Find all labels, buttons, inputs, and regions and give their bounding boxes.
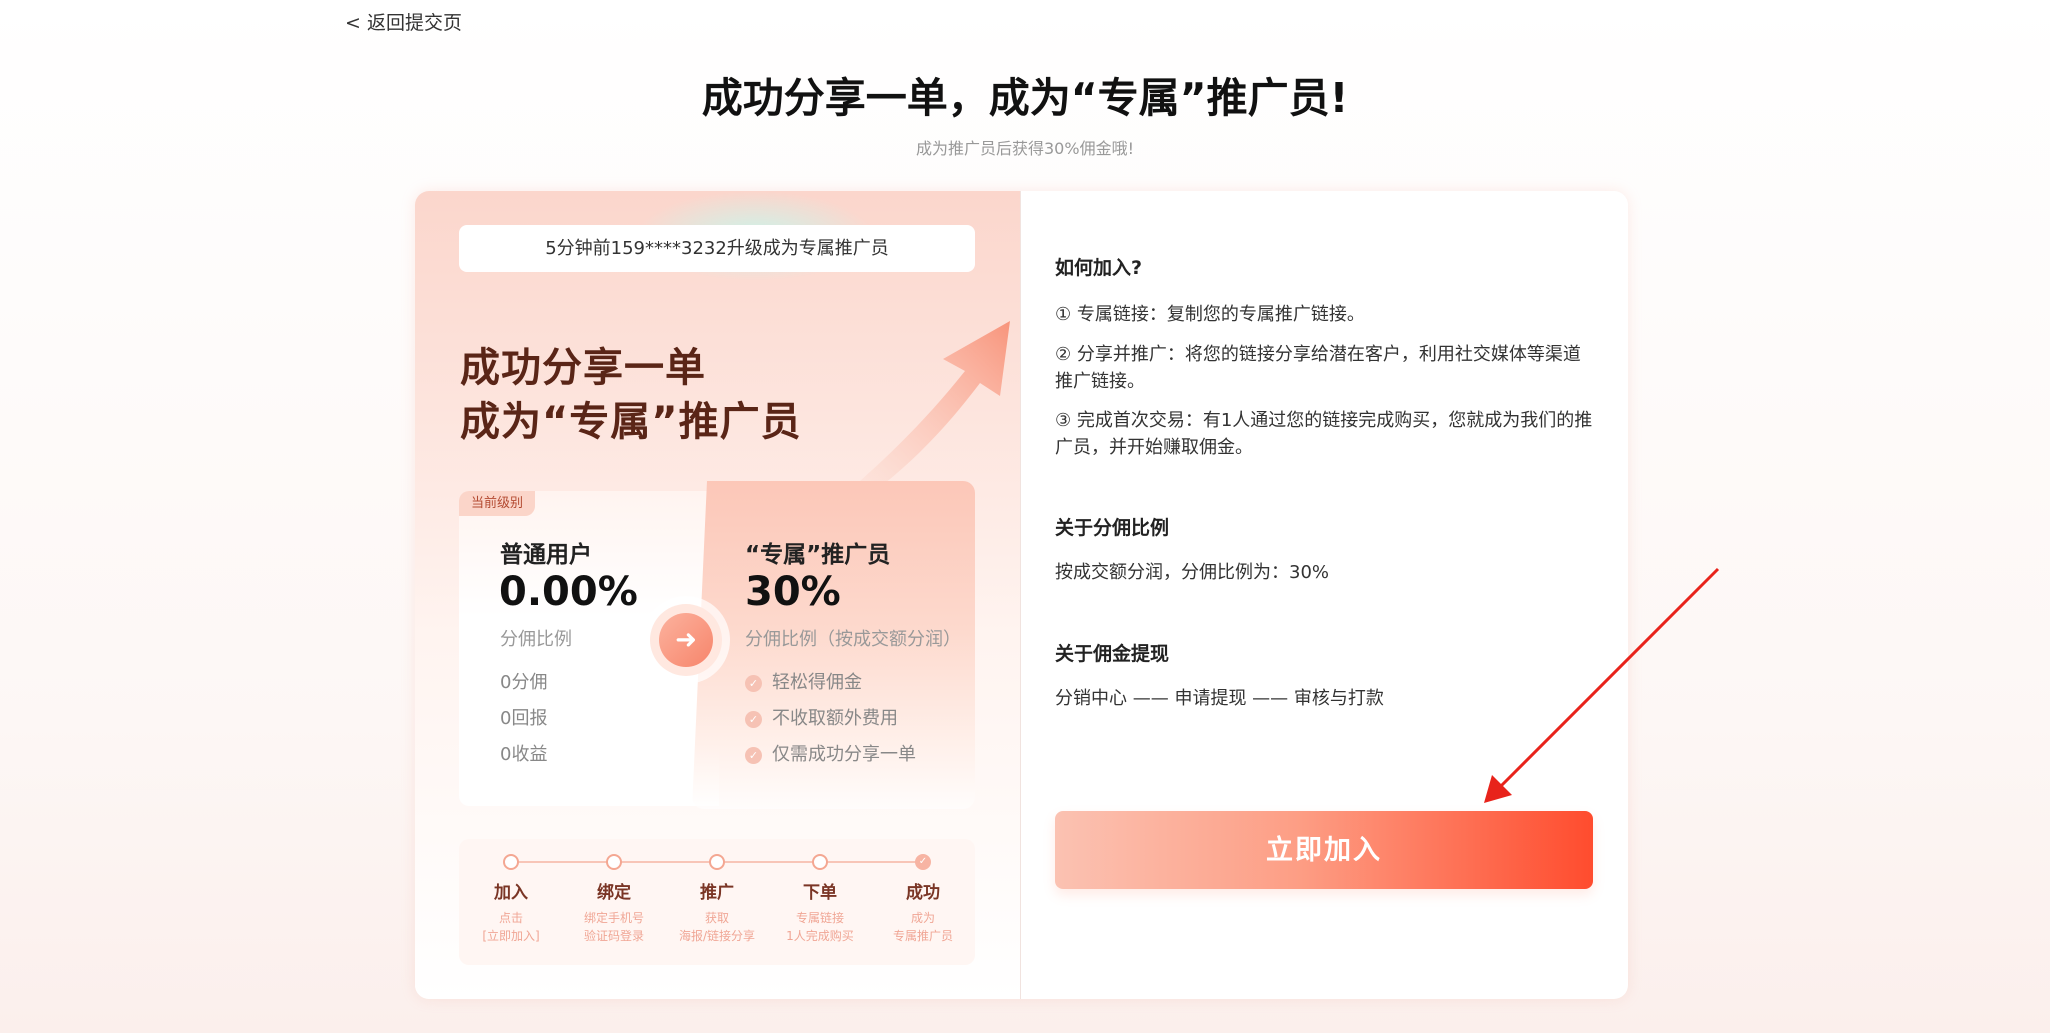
promo-panel: 5分钟前159****3232升级成为专属推广员 成功分享一单 成为“专属”推广… [415,191,1020,999]
promoter-tier-value: 30% [745,569,841,615]
promoter-tier-title: “专属”推广员 [745,542,891,568]
steps-tracker: 加入 点击 [立即加入] 绑定 绑定手机号 验证码登录 推广 获取 海报/链接分… [459,839,975,965]
promoter-card: 5分钟前159****3232升级成为专属推广员 成功分享一单 成为“专属”推广… [415,191,1628,999]
promoter-tier-feature: ✓ 轻松得佣金 [745,668,862,694]
step-desc: 专属推广员 [892,929,953,943]
step-name: 推广 [700,883,734,903]
step-desc: 1人完成购买 [786,929,854,943]
how-to-join-title: 如何加入? [1055,257,1143,279]
check-circle-icon: ✓ [745,675,762,692]
step-done-icon: ✓ [915,854,931,870]
join-now-button[interactable]: 立即加入 [1055,811,1593,889]
red-pointer-arrow-icon [1484,567,1720,803]
step-success: ✓ 成功 成为 专属推广员 [873,851,973,945]
step-desc: 专属链接 [795,911,844,925]
step-desc: 验证码登录 [583,929,644,943]
step-dot [709,854,725,870]
page-title: 成功分享一单，成为“专属”推广员! [701,74,1349,122]
step-name: 绑定 [597,883,631,903]
promoter-tier-feature: ✓ 仅需成功分享一单 [745,740,916,766]
step-desc: 获取 [704,911,729,925]
how-to-join-item: ① 专属链接：复制您的专属推广链接。 [1055,304,1365,325]
hero-line-2: 成为“专属”推广员 [460,399,802,445]
current-tier-feature: 0收益 [500,744,548,765]
promoter-tier-label: 分佣比例（按成交额分润） [745,629,961,650]
step-name: 成功 [906,883,940,903]
current-tier-title: 普通用户 [500,542,592,568]
page-subtitle: 成为推广员后获得30%佣金哦! [916,139,1134,158]
current-tier-feature: 0回报 [500,708,548,729]
check-circle-icon: ✓ [745,711,762,728]
back-link[interactable]: < 返回提交页 [345,8,462,35]
withdrawal-title: 关于佣金提现 [1055,643,1170,665]
step-dot [503,854,519,870]
how-to-join-item: ② 分享并推广：将您的链接分享给潜在客户，利用社交媒体等渠道推广链接。 [1055,344,1581,392]
step-desc: [立即加入] [482,929,540,943]
current-level-badge: 当前级别 [459,491,536,516]
step-dot [812,854,828,870]
step-order: 下单 专属链接 1人完成购买 [770,851,870,945]
current-tier-label: 分佣比例 [500,629,572,650]
how-to-join-item: ③ 完成首次交易：有1人通过您的链接完成购买，您就成为我们的推广员，并开始赚取佣… [1055,410,1593,458]
arrow-right-icon: ➜ [659,613,713,667]
promoter-tier-feature: ✓ 不收取额外费用 [745,704,898,730]
activity-ticker: 5分钟前159****3232升级成为专属推广员 [459,225,975,272]
step-dot [606,854,622,870]
commission-ratio-title: 关于分佣比例 [1055,517,1170,539]
current-tier-value: 0.00% [499,569,638,615]
step-name: 加入 [494,883,528,903]
step-promote: 推广 获取 海报/链接分享 [667,851,767,945]
step-desc: 成为 [910,911,935,925]
step-name: 下单 [803,883,837,903]
step-desc: 绑定手机号 [583,911,644,925]
current-tier-feature: 0分佣 [500,672,548,693]
check-circle-icon: ✓ [745,747,762,764]
upgrade-arrow-button: ➜ [650,604,722,676]
step-join: 加入 点击 [立即加入] [461,851,561,945]
step-desc: 海报/链接分享 [678,929,756,943]
step-bind: 绑定 绑定手机号 验证码登录 [564,851,664,945]
step-desc: 点击 [498,911,523,925]
hero-line-1: 成功分享一单 [460,345,706,391]
